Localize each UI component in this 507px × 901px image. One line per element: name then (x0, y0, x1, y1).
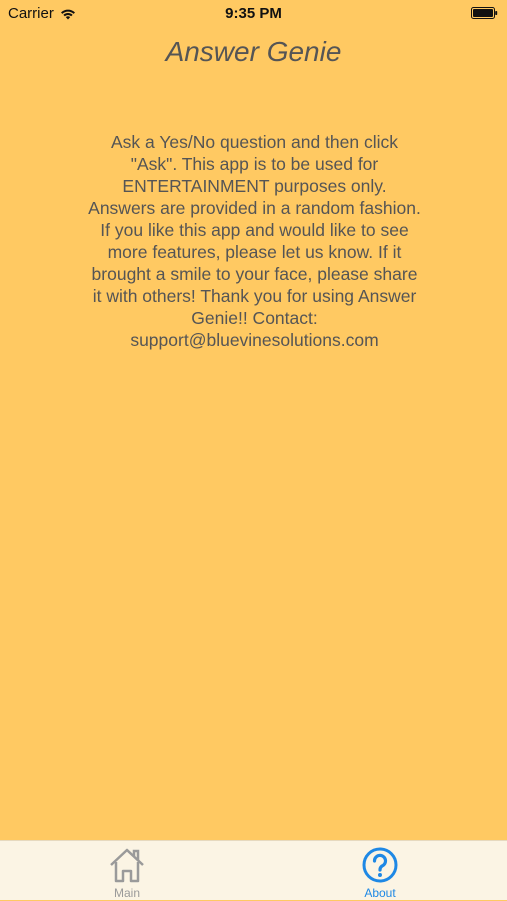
status-bar: Carrier 9:35 PM (0, 0, 507, 28)
tab-bar: Main About (0, 840, 507, 900)
question-circle-icon (362, 847, 398, 883)
tab-main[interactable]: Main (67, 841, 187, 901)
status-time: 9:35 PM (225, 5, 282, 22)
home-icon (110, 848, 144, 883)
tab-about-label: About (364, 886, 396, 900)
tab-about[interactable]: About (320, 841, 440, 901)
tab-main-label: Main (113, 886, 140, 900)
page-title: Answer Genie (165, 36, 342, 67)
about-description: Ask a Yes/No question and then click "As… (88, 132, 421, 350)
battery-icon (471, 7, 498, 19)
